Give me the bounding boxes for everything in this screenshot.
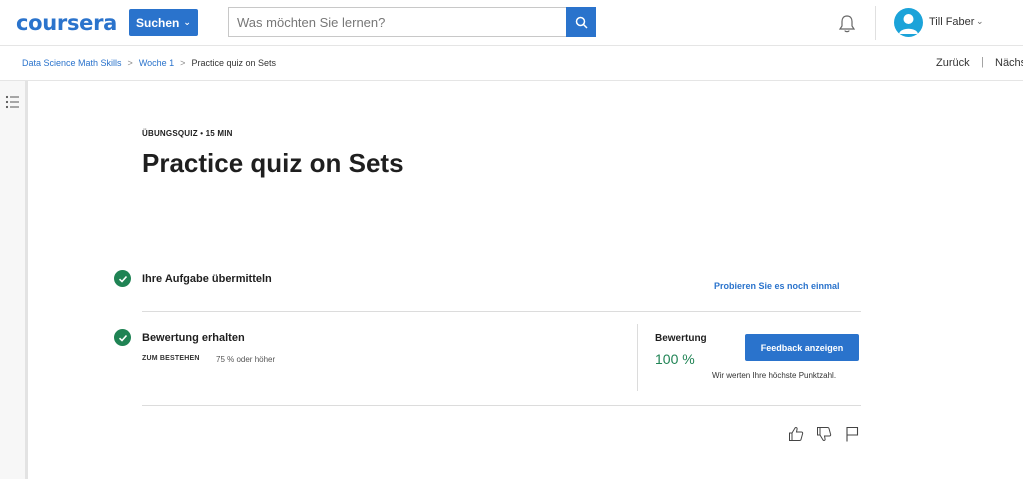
- bell-icon[interactable]: [836, 13, 858, 35]
- flag-icon[interactable]: [843, 425, 861, 443]
- list-menu-icon[interactable]: [5, 95, 21, 109]
- pass-requirement-label: ZUM BESTEHEN: [142, 355, 200, 362]
- grade-value: 100 %: [655, 351, 695, 367]
- back-button[interactable]: Zurück: [936, 57, 970, 69]
- chevron-down-icon: ⌄: [183, 17, 191, 27]
- breadcrumb-separator: >: [127, 58, 133, 68]
- thumbs-down-icon[interactable]: [815, 425, 833, 443]
- grade-label: Bewertung: [655, 333, 707, 344]
- search-input[interactable]: [228, 7, 566, 37]
- left-rail: [0, 81, 28, 479]
- breadcrumb-week[interactable]: Woche 1: [139, 58, 174, 68]
- page-title: Practice quiz on Sets: [142, 148, 404, 178]
- nav-separator: |: [981, 56, 984, 68]
- search-submit-button[interactable]: [566, 7, 596, 37]
- user-avatar-icon[interactable]: [894, 8, 923, 37]
- coursera-logo[interactable]: coursera: [16, 11, 117, 35]
- next-button[interactable]: Nächs: [995, 57, 1023, 69]
- section-divider: [142, 405, 861, 406]
- top-header: coursera Suchen ⌄ Till Faber ⌄: [0, 0, 1023, 46]
- checkmark-icon: [114, 270, 131, 287]
- search-icon: [575, 16, 588, 29]
- search-category-button[interactable]: Suchen ⌄: [129, 9, 198, 36]
- retry-link[interactable]: Probieren Sie es noch einmal: [714, 281, 840, 291]
- feedback-button[interactable]: Feedback anzeigen: [745, 334, 859, 361]
- user-name[interactable]: Till Faber: [929, 16, 974, 28]
- breadcrumb-bar: Data Science Math Skills > Woche 1 > Pra…: [0, 46, 1023, 81]
- breadcrumb-separator: >: [180, 58, 186, 68]
- header-divider: [875, 6, 876, 40]
- step-grade-title: Bewertung erhalten: [142, 332, 245, 344]
- grade-divider: [637, 324, 638, 391]
- checkmark-icon: [114, 329, 131, 346]
- person-icon: [899, 14, 918, 34]
- step-submit-title: Ihre Aufgabe übermitteln: [142, 273, 272, 285]
- breadcrumb-current: Practice quiz on Sets: [191, 58, 276, 68]
- search-category-label: Suchen: [136, 15, 180, 30]
- quiz-kicker: ÜBUNGSQUIZ • 15 MIN: [142, 129, 233, 138]
- section-divider: [142, 311, 861, 312]
- breadcrumb: Data Science Math Skills > Woche 1 > Pra…: [22, 58, 276, 68]
- breadcrumb-course[interactable]: Data Science Math Skills: [22, 58, 122, 68]
- chevron-down-icon[interactable]: ⌄: [976, 16, 984, 27]
- thumbs-up-icon[interactable]: [787, 425, 805, 443]
- grade-note: Wir werten Ihre höchste Punktzahl.: [712, 371, 837, 380]
- pass-requirement-value: 75 % oder höher: [216, 355, 276, 364]
